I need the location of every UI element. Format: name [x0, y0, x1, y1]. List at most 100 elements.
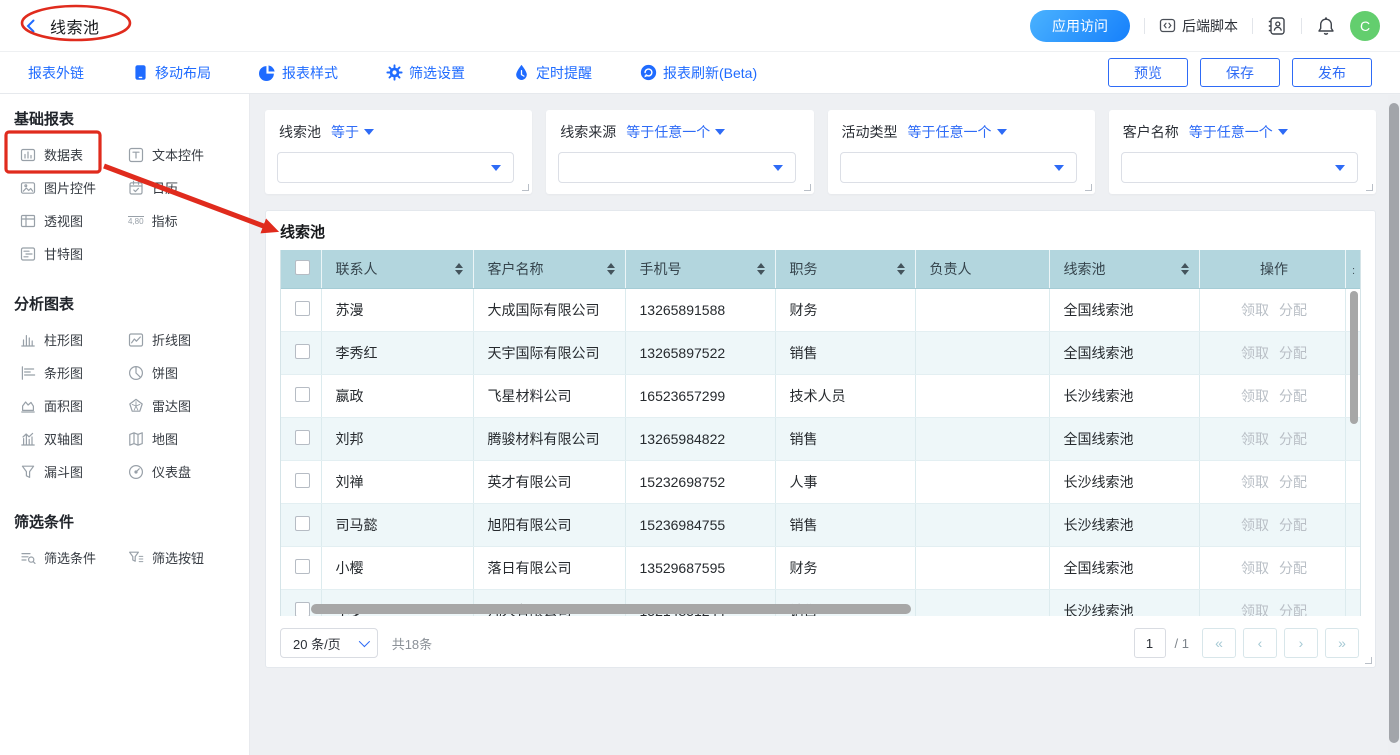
sidebar-item-area-chart[interactable]: 面积图: [20, 396, 128, 415]
last-page-button[interactable]: »: [1325, 628, 1359, 658]
filter-value-select[interactable]: [277, 152, 514, 183]
claim-button[interactable]: 领取: [1241, 517, 1269, 533]
back-icon[interactable]: [20, 15, 42, 37]
page-input[interactable]: [1134, 628, 1166, 658]
row-checkbox[interactable]: [295, 516, 310, 531]
sidebar-item-filter-button[interactable]: 筛选按钮: [128, 548, 235, 567]
sort-icon[interactable]: [607, 263, 615, 275]
filter-value-select[interactable]: [558, 152, 795, 183]
first-page-button[interactable]: «: [1202, 628, 1236, 658]
row-checkbox[interactable]: [295, 387, 310, 402]
claim-button[interactable]: 领取: [1241, 388, 1269, 404]
cell-job: 财务: [775, 288, 915, 331]
toolbar-item-2[interactable]: 移动布局: [132, 63, 211, 83]
page-size-select[interactable]: 20 条/页: [280, 628, 378, 658]
resize-handle[interactable]: [522, 184, 529, 191]
app-access-button[interactable]: 应用访问: [1030, 10, 1130, 42]
assign-button[interactable]: 分配: [1279, 302, 1307, 318]
cell-phone: 13265897522: [625, 331, 775, 374]
row-checkbox[interactable]: [295, 602, 310, 617]
sidebar-item-indicator[interactable]: 4,80指标: [128, 211, 235, 230]
sidebar-item-pie-chart[interactable]: 饼图: [128, 363, 235, 382]
save-button[interactable]: 保存: [1200, 58, 1280, 87]
sidebar-item-radar-chart[interactable]: 雷达图: [128, 396, 235, 415]
page-scrollbar[interactable]: [1388, 95, 1400, 755]
sidebar-item-gauge[interactable]: 仪表盘: [128, 462, 235, 481]
horizontal-scrollbar[interactable]: [311, 604, 911, 614]
sidebar-item-bar-chart[interactable]: 条形图: [20, 363, 128, 382]
avatar[interactable]: C: [1350, 11, 1380, 41]
row-checkbox[interactable]: [295, 301, 310, 316]
claim-button[interactable]: 领取: [1241, 345, 1269, 361]
column-header-联系人[interactable]: 联系人: [321, 250, 473, 288]
sidebar-item-image[interactable]: 图片控件: [20, 178, 128, 197]
column-header-职务[interactable]: 职务: [775, 250, 915, 288]
assign-button[interactable]: 分配: [1279, 517, 1307, 533]
sort-icon[interactable]: [897, 263, 905, 275]
row-checkbox[interactable]: [295, 473, 310, 488]
publish-button[interactable]: 发布: [1292, 58, 1372, 87]
column-settings-cell[interactable]: :: [1345, 250, 1361, 288]
next-page-button[interactable]: ›: [1284, 628, 1318, 658]
sidebar-item-funnel-chart[interactable]: 漏斗图: [20, 462, 128, 481]
notification-bell-icon[interactable]: [1316, 16, 1336, 36]
sidebar-item-text[interactable]: 文本控件: [128, 145, 235, 164]
claim-button[interactable]: 领取: [1241, 431, 1269, 447]
claim-button[interactable]: 领取: [1241, 474, 1269, 490]
column-header-手机号[interactable]: 手机号: [625, 250, 775, 288]
sidebar-item-column-chart[interactable]: 柱形图: [20, 330, 128, 349]
filter-condition-dropdown[interactable]: 等于任意一个: [1189, 122, 1288, 142]
sort-icon[interactable]: [1181, 263, 1189, 275]
toolbar-item-1[interactable]: 报表外链: [28, 63, 84, 83]
toolbar-item-5[interactable]: 定时提醒: [513, 63, 592, 83]
row-checkbox[interactable]: [295, 559, 310, 574]
sidebar-item-data-table[interactable]: 数据表: [20, 145, 128, 164]
toolbar-item-6[interactable]: 报表刷新(Beta): [640, 63, 757, 83]
column-header-线索池[interactable]: 线索池: [1049, 250, 1199, 288]
contacts-icon[interactable]: [1267, 16, 1287, 36]
claim-button[interactable]: 领取: [1241, 603, 1269, 617]
sidebar-item-dual-axis-chart[interactable]: 双轴图: [20, 429, 128, 448]
table-footer: 20 条/页 共18条 / 1 «‹›»: [280, 618, 1361, 668]
filter-condition-dropdown[interactable]: 等于: [331, 122, 374, 142]
backend-script-button[interactable]: 后端脚本: [1159, 16, 1238, 36]
assign-button[interactable]: 分配: [1279, 474, 1307, 490]
assign-button[interactable]: 分配: [1279, 560, 1307, 576]
sidebar-item-line-chart[interactable]: 折线图: [128, 330, 235, 349]
sidebar-item-map[interactable]: 地图: [128, 429, 235, 448]
select-all-checkbox[interactable]: [295, 260, 310, 275]
sort-icon[interactable]: [455, 263, 463, 275]
filter-value-select[interactable]: [840, 152, 1077, 183]
filter-condition-dropdown[interactable]: 等于任意一个: [908, 122, 1007, 142]
data-table-widget[interactable]: 线索池 联系人客户名称手机号职务负责人线索池操作:苏漫大成国际有限公司13265…: [265, 210, 1376, 668]
sidebar-item-calendar[interactable]: 日历: [128, 178, 235, 197]
prev-page-button[interactable]: ‹: [1243, 628, 1277, 658]
vertical-scrollbar[interactable]: [1350, 291, 1358, 424]
sidebar-item-pivot[interactable]: 透视图: [20, 211, 128, 230]
sidebar-item-gantt[interactable]: 甘特图: [20, 244, 128, 263]
sidebar-item-label: 饼图: [152, 363, 178, 382]
assign-button[interactable]: 分配: [1279, 431, 1307, 447]
sort-icon[interactable]: [757, 263, 765, 275]
row-checkbox[interactable]: [295, 344, 310, 359]
assign-button[interactable]: 分配: [1279, 388, 1307, 404]
sidebar-item-filter-condition[interactable]: 筛选条件: [20, 548, 128, 567]
caret-down-icon: [1335, 165, 1345, 171]
filter-value-select[interactable]: [1121, 152, 1358, 183]
gantt-icon: [20, 246, 36, 262]
claim-button[interactable]: 领取: [1241, 302, 1269, 318]
resize-handle[interactable]: [1085, 184, 1092, 191]
toolbar-item-4[interactable]: 筛选设置: [386, 63, 465, 83]
toolbar-item-3[interactable]: 报表样式: [259, 63, 338, 83]
resize-handle[interactable]: [1365, 657, 1372, 664]
resize-handle[interactable]: [1366, 184, 1373, 191]
row-checkbox[interactable]: [295, 430, 310, 445]
claim-button[interactable]: 领取: [1241, 560, 1269, 576]
resize-handle[interactable]: [804, 184, 811, 191]
column-header-客户名称[interactable]: 客户名称: [473, 250, 625, 288]
toolbar-item-label: 定时提醒: [536, 63, 592, 83]
filter-condition-dropdown[interactable]: 等于任意一个: [626, 122, 725, 142]
assign-button[interactable]: 分配: [1279, 345, 1307, 361]
assign-button[interactable]: 分配: [1279, 603, 1307, 617]
preview-button[interactable]: 预览: [1108, 58, 1188, 87]
